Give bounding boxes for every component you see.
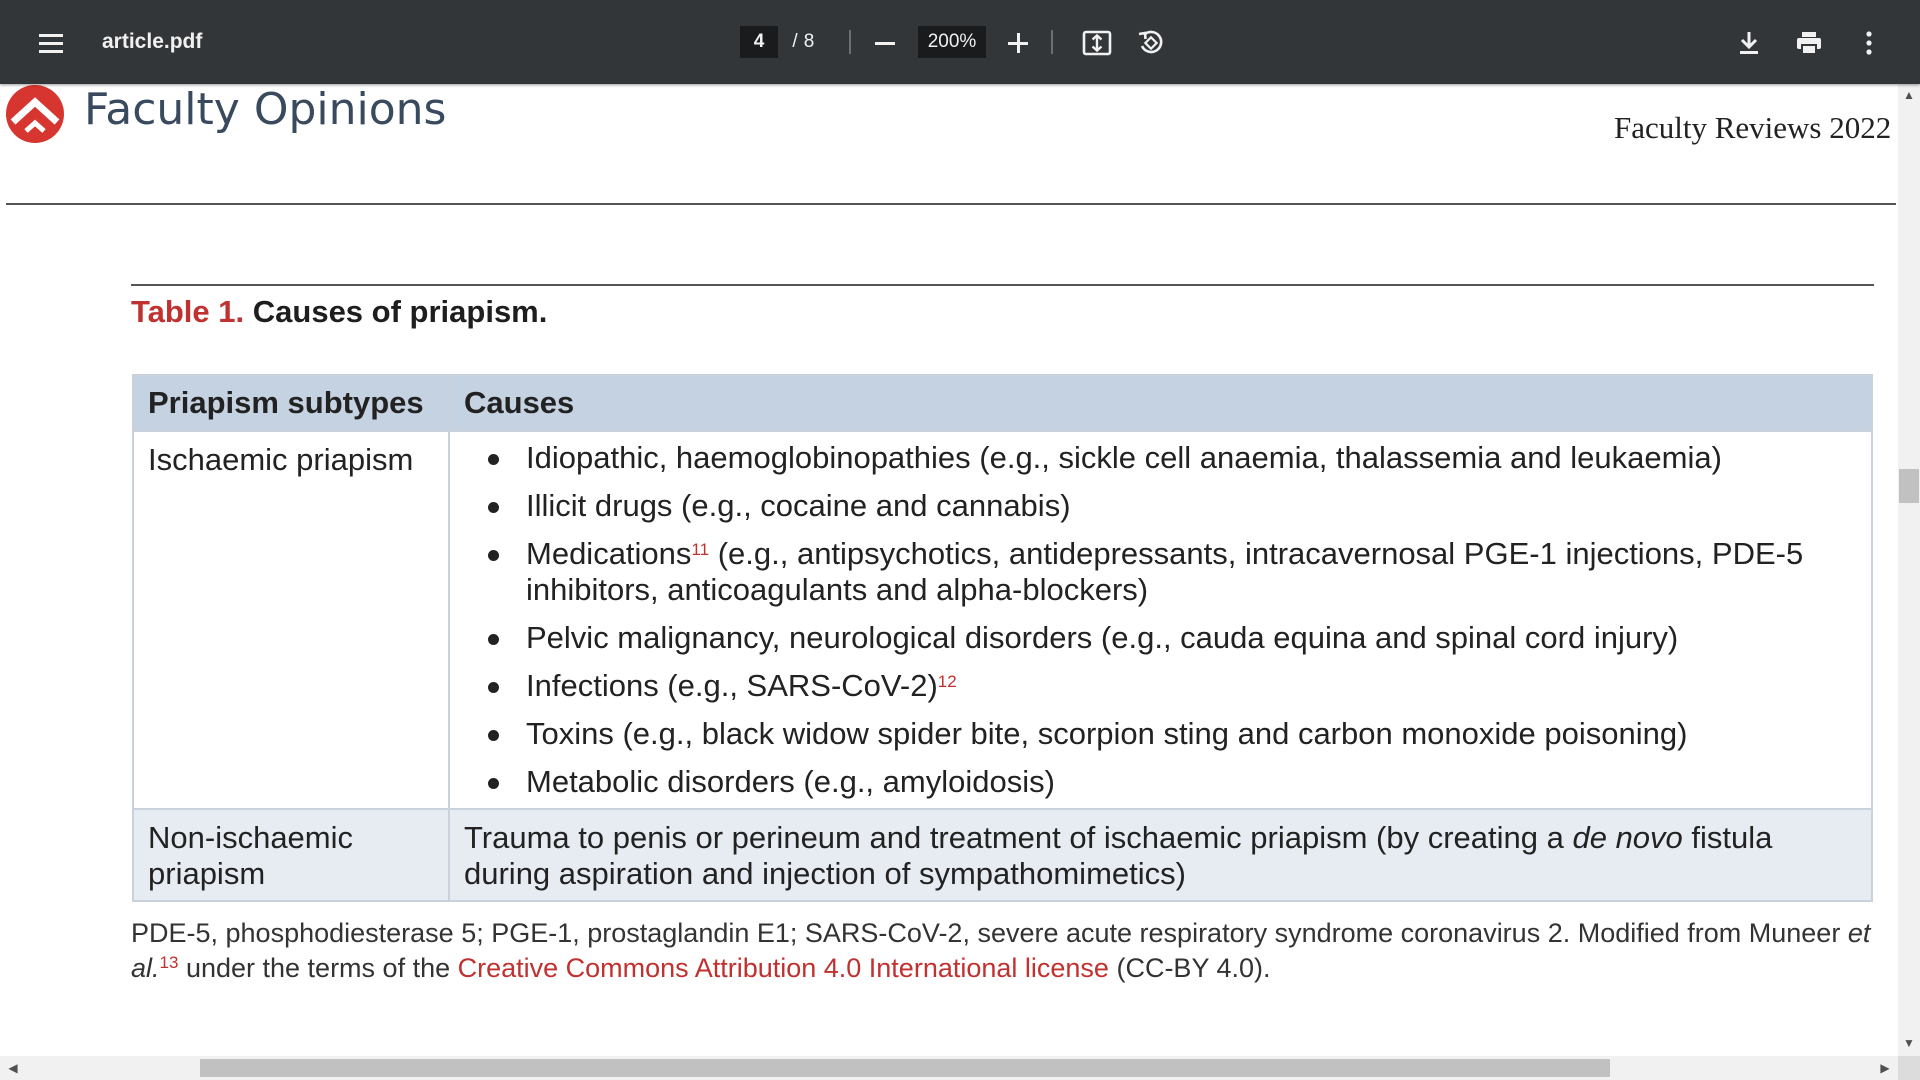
- bullet-icon: [488, 550, 499, 561]
- page-number-input[interactable]: 4: [740, 26, 778, 58]
- cause-text: Trauma to penis or perineum and treatmen…: [464, 820, 1573, 855]
- table-row: Non-ischaemic priapism Trauma to penis o…: [132, 808, 1873, 902]
- rotate-icon: [1138, 30, 1163, 54]
- rotate-button[interactable]: [1130, 22, 1172, 64]
- brand-name: Faculty Opinions: [84, 84, 447, 135]
- table-title: Causes of priapism.: [252, 294, 548, 329]
- zoom-in-icon: [1008, 33, 1028, 53]
- scroll-left-arrow-icon[interactable]: ◀: [2, 1056, 24, 1080]
- causes-table: Priapism subtypes Causes Ischaemic priap…: [132, 374, 1873, 902]
- scroll-right-arrow-icon[interactable]: ▶: [1874, 1056, 1896, 1080]
- footnote-text: PDE-5, phosphodiesterase 5; PGE-1, prost…: [131, 918, 1848, 948]
- scrollbar-corner: [1898, 1056, 1920, 1080]
- bullet-icon: [488, 634, 499, 645]
- menu-icon: [39, 41, 63, 45]
- bullet-icon: [488, 454, 499, 465]
- fit-to-page-icon: [1082, 30, 1112, 56]
- list-item: Toxins (e.g., black widow spider bite, s…: [450, 716, 1857, 752]
- download-button[interactable]: [1728, 22, 1770, 64]
- zoom-in-button[interactable]: [997, 22, 1039, 64]
- file-name: article.pdf: [102, 30, 203, 53]
- causes-list: Idiopathic, haemoglobinopathies (e.g., s…: [450, 440, 1857, 800]
- list-item: Pelvic malignancy, neurological disorder…: [450, 620, 1857, 656]
- list-item: Medications11 (e.g., antipsychotics, ant…: [450, 536, 1857, 608]
- scroll-down-arrow-icon[interactable]: ▼: [1898, 1034, 1920, 1052]
- menu-button[interactable]: [30, 22, 72, 64]
- page-total: 8: [803, 31, 815, 52]
- pdf-toolbar: article.pdf 4 / 8 200%: [0, 0, 1920, 84]
- reference-link[interactable]: 13: [160, 953, 179, 972]
- header-subtypes: Priapism subtypes: [132, 374, 450, 432]
- horizontal-scrollbar[interactable]: ◀ ▶: [0, 1056, 1898, 1080]
- cause-text: Toxins (e.g., black widow spider bite, s…: [526, 716, 1688, 751]
- footnote-text: under the terms of the: [178, 953, 458, 983]
- footnote-text: (CC-BY 4.0).: [1108, 953, 1271, 983]
- table-header-row: Priapism subtypes Causes: [132, 374, 1873, 432]
- vertical-scroll-thumb[interactable]: [1899, 469, 1919, 503]
- table-top-rule: [131, 284, 1874, 286]
- reference-link[interactable]: 11: [691, 540, 709, 559]
- zoom-out-icon: [875, 41, 895, 45]
- cause-text: Metabolic disorders (e.g., amyloidosis): [526, 764, 1055, 799]
- fit-to-page-button[interactable]: [1076, 22, 1118, 64]
- download-icon: [1740, 32, 1758, 54]
- table-caption: Table 1. Causes of priapism.: [131, 294, 547, 330]
- list-item: Idiopathic, haemoglobinopathies (e.g., s…: [450, 440, 1857, 476]
- cause-text: Illicit drugs (e.g., cocaine and cannabi…: [526, 488, 1071, 523]
- list-item: Metabolic disorders (e.g., amyloidosis): [450, 764, 1857, 800]
- causes-cell: Trauma to penis or perineum and treatmen…: [448, 808, 1873, 902]
- bullet-icon: [488, 778, 499, 789]
- pdf-page: Faculty Opinions Faculty Reviews 2022 Ta…: [0, 84, 1898, 1056]
- table-row: Ischaemic priapism Idiopathic, haemoglob…: [132, 430, 1873, 810]
- reference-link[interactable]: 12: [938, 672, 957, 691]
- print-button[interactable]: [1788, 22, 1830, 64]
- bullet-icon: [488, 502, 499, 513]
- causes-cell: Idiopathic, haemoglobinopathies (e.g., s…: [448, 430, 1873, 810]
- header-causes: Causes: [448, 374, 1873, 432]
- faculty-opinions-logo: [6, 85, 64, 143]
- subtype-cell: Non-ischaemic priapism: [132, 808, 450, 902]
- scroll-up-arrow-icon[interactable]: ▲: [1898, 86, 1920, 104]
- more-options-button[interactable]: [1848, 22, 1890, 64]
- table-footnote: PDE-5, phosphodiesterase 5; PGE-1, prost…: [131, 916, 1891, 986]
- cause-text: Pelvic malignancy, neurological disorder…: [526, 620, 1679, 655]
- subtype-cell: Ischaemic priapism: [132, 430, 450, 810]
- journal-name: Faculty Reviews 2022: [1614, 110, 1892, 145]
- cause-text: Medications: [526, 536, 692, 571]
- bullet-icon: [488, 682, 499, 693]
- zoom-out-button[interactable]: [864, 22, 906, 64]
- zoom-input[interactable]: 200%: [918, 26, 986, 58]
- table-label: Table 1.: [131, 294, 245, 329]
- vertical-scrollbar[interactable]: ▲ ▼: [1898, 84, 1920, 1056]
- cause-text: Infections (e.g., SARS-CoV-2): [526, 668, 938, 703]
- cause-text: (e.g., antipsychotics, antidepressants, …: [526, 536, 1804, 607]
- list-item: Infections (e.g., SARS-CoV-2)12: [450, 668, 1857, 704]
- toolbar-divider: [1051, 30, 1053, 54]
- list-item: Illicit drugs (e.g., cocaine and cannabi…: [450, 488, 1857, 524]
- cause-italic: de novo: [1572, 820, 1683, 855]
- license-link[interactable]: Creative Commons Attribution 4.0 Interna…: [458, 953, 1109, 983]
- print-icon: [1797, 32, 1821, 55]
- cause-text: Idiopathic, haemoglobinopathies (e.g., s…: [526, 440, 1722, 475]
- toolbar-divider: [849, 30, 851, 54]
- header-rule: [6, 203, 1896, 205]
- more-vert-icon: [1866, 31, 1872, 55]
- horizontal-scroll-thumb[interactable]: [200, 1059, 1610, 1077]
- bullet-icon: [488, 730, 499, 741]
